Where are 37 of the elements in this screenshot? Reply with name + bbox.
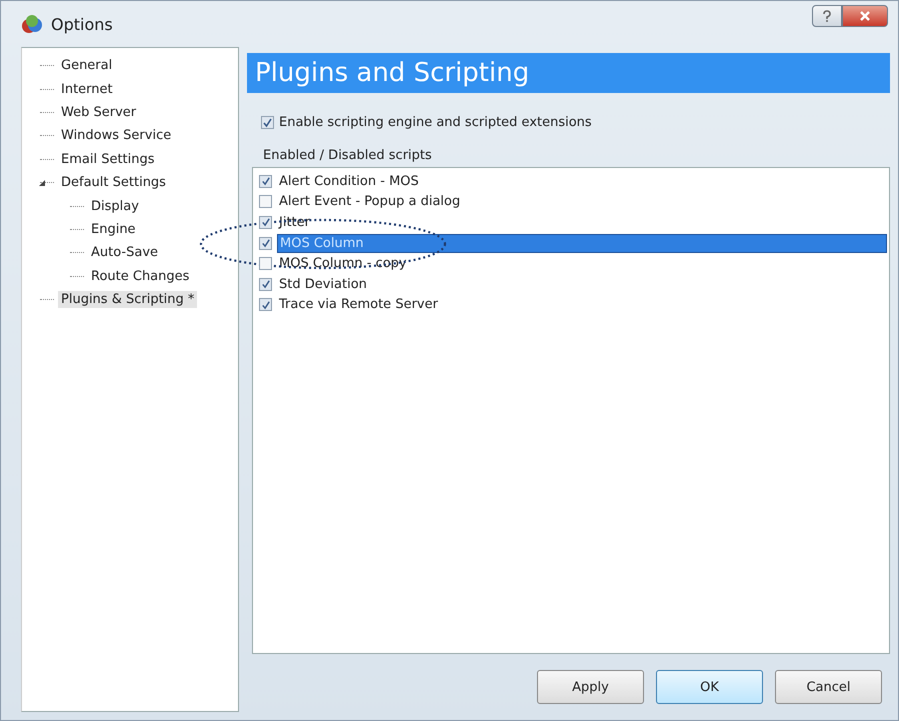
script-item[interactable]: Alert Condition - MOS (277, 172, 887, 190)
help-icon (822, 10, 832, 22)
window-title: Options (51, 14, 113, 34)
close-button[interactable] (842, 5, 888, 27)
dialog-button[interactable]: Apply (537, 670, 644, 704)
tree-item[interactable]: Windows Service (58, 127, 174, 144)
checkbox[interactable] (261, 116, 274, 129)
dialog-button[interactable]: OK (656, 670, 763, 704)
script-item[interactable]: Trace via Remote Server (277, 296, 887, 314)
tree-item[interactable]: Plugins & Scripting * (58, 291, 198, 308)
expand-icon[interactable] (38, 178, 46, 187)
tree-item[interactable]: Auto-Save (88, 244, 162, 262)
dialog-button[interactable]: Cancel (775, 670, 882, 704)
checkbox[interactable] (259, 298, 272, 312)
tree-item[interactable]: Engine (88, 220, 139, 238)
checkbox[interactable] (259, 195, 272, 208)
tree-item[interactable]: General (58, 57, 116, 74)
checkbox[interactable] (259, 216, 272, 229)
app-icon (21, 13, 43, 35)
checkbox[interactable] (259, 257, 272, 270)
tree-item[interactable]: Email Settings (58, 150, 158, 168)
help-button[interactable] (812, 5, 842, 27)
checkbox[interactable] (259, 278, 272, 291)
tree-item[interactable]: Internet (58, 80, 116, 98)
tree-item[interactable]: Default Settings (58, 174, 169, 192)
tree-item[interactable]: Display (88, 198, 142, 215)
close-icon (859, 10, 871, 22)
checkbox[interactable] (259, 236, 272, 250)
tree-item[interactable]: Web Server (58, 104, 140, 121)
group-label: Enabled / Disabled scripts (263, 148, 433, 163)
tree-item[interactable]: Route Changes (88, 268, 192, 285)
checkbox[interactable] (259, 174, 272, 188)
checkbox-label: Enable scripting engine and scripted extensions (279, 115, 592, 130)
page-header: Plugins and Scripting (247, 53, 890, 93)
script-item[interactable]: Alert Event - Popup a dialog (277, 193, 887, 210)
script-item[interactable]: Jitter (277, 214, 887, 231)
script-item[interactable]: Std Deviation (277, 276, 887, 293)
